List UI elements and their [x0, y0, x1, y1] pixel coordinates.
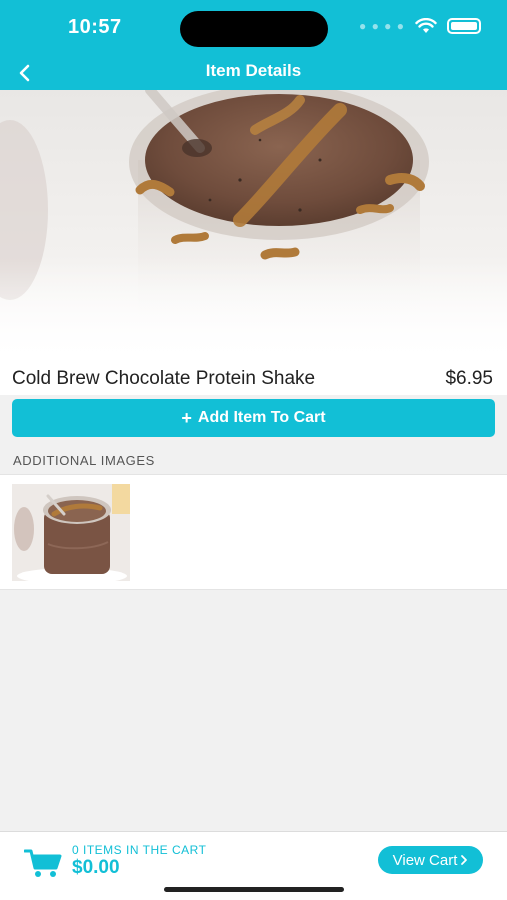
plus-icon: +: [181, 408, 192, 428]
cart-item-count: 0 ITEMS IN THE CART: [72, 843, 207, 857]
item-info-row: Cold Brew Chocolate Protein Shake $6.95: [0, 365, 507, 395]
view-cart-button[interactable]: View Cart: [378, 846, 483, 874]
dynamic-island: [180, 11, 328, 47]
wifi-icon: [415, 18, 437, 33]
page-title: Item Details: [205, 61, 302, 80]
add-to-cart-label: Add Item To Cart: [197, 409, 326, 426]
chevron-right-icon: [461, 855, 468, 865]
add-to-cart-button[interactable]: + Add Item To Cart: [12, 399, 495, 437]
additional-image-thumbnail[interactable]: [12, 484, 130, 581]
additional-images-strip: [0, 474, 507, 590]
cart-total: $0.00: [72, 857, 120, 878]
hero-image: [0, 90, 507, 365]
battery-icon: [447, 18, 481, 34]
shopping-cart-icon[interactable]: [24, 848, 62, 878]
shake-photo: [0, 90, 507, 365]
nav-bar: Item Details: [0, 56, 507, 90]
additional-images-label: ADDITIONAL IMAGES: [13, 453, 155, 468]
status-icons: ● ● ● ●: [359, 18, 481, 34]
view-cart-label: View Cart: [392, 851, 458, 869]
status-bar: 10:57 ● ● ● ●: [0, 0, 507, 56]
item-name: Cold Brew Chocolate Protein Shake: [12, 368, 316, 389]
status-time: 10:57: [68, 16, 122, 38]
signal-icon: ● ● ● ●: [359, 19, 405, 33]
item-price: $6.95: [445, 368, 493, 389]
shake-thumbnail-photo: [12, 484, 130, 581]
home-indicator: [164, 887, 344, 892]
